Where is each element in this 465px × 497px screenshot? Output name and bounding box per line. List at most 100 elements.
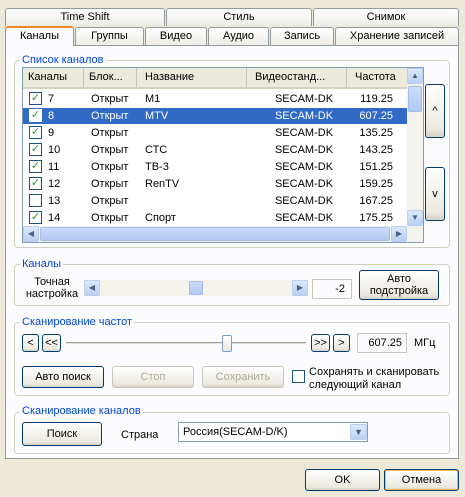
tab-video[interactable]: Видео xyxy=(145,27,207,45)
channel-number-cell: 10 xyxy=(48,144,61,156)
search-button[interactable]: Поиск xyxy=(22,422,102,446)
save-and-scan-checkbox[interactable] xyxy=(292,370,305,383)
column-block[interactable]: Блок... xyxy=(84,68,137,87)
block-cell: Открыт xyxy=(91,93,129,105)
table-row[interactable]: ✓ 9 Открыт SECAM-DK 135.25 xyxy=(23,125,407,141)
channel-checkbox[interactable]: ✓ xyxy=(29,126,42,139)
channel-number-cell: 9 xyxy=(48,127,55,139)
channel-number-cell: 8 xyxy=(48,110,55,122)
fine-tune-left-icon[interactable]: ◀ xyxy=(84,280,100,296)
channel-list-header: Каналы Блок... Название Видеостанд... Ча… xyxy=(23,68,407,89)
name-cell xyxy=(145,125,245,141)
block-cell: Открыт xyxy=(91,110,129,122)
channel-list[interactable]: Каналы Блок... Название Видеостанд... Ча… xyxy=(22,67,424,243)
table-row[interactable]: ✓ 8 Открыт MTV SECAM-DK 607.25 xyxy=(23,108,407,124)
channel-checkbox[interactable]: ✓ xyxy=(29,177,42,190)
frequency-next-button[interactable]: > xyxy=(333,334,350,352)
channel-checkbox[interactable]: ✓ xyxy=(29,92,42,105)
tab-recording[interactable]: Запись xyxy=(270,27,334,45)
tab-time-shift[interactable]: Time Shift xyxy=(5,8,165,26)
country-select[interactable]: Россия(SECAM-D/K) ▼ xyxy=(178,422,368,442)
tab-snapshot[interactable]: Снимок xyxy=(313,8,459,26)
channel-checkbox[interactable]: ✓ xyxy=(29,211,42,224)
country-select-value: Россия(SECAM-D/K) xyxy=(183,426,288,438)
save-button[interactable]: Сохранить xyxy=(202,366,284,388)
ok-button[interactable]: OK xyxy=(305,469,380,491)
scroll-up-icon[interactable]: ▲ xyxy=(407,68,423,84)
frequency-slider-track xyxy=(66,342,306,345)
channel-number-cell: 12 xyxy=(48,178,61,190)
frequency-prev-fast-button[interactable]: << xyxy=(42,334,61,352)
channel-checkbox[interactable]: ✓ xyxy=(29,109,42,122)
column-video-standard[interactable]: Видеостанд... xyxy=(247,68,347,87)
table-row[interactable]: ✓ 11 Открыт ТВ-3 SECAM-DK 151.25 xyxy=(23,159,407,175)
frequency-slider[interactable] xyxy=(66,335,306,352)
table-row[interactable]: ✓ 7 Открыт M1 SECAM-DK 119.25 xyxy=(23,91,407,107)
video-standard-cell: SECAM-DK xyxy=(274,195,334,207)
vertical-scroll-thumb[interactable] xyxy=(408,86,422,112)
video-standard-cell: SECAM-DK xyxy=(274,178,334,190)
channel-list-title: Список каналов xyxy=(20,54,106,66)
frequency-prev-button[interactable]: < xyxy=(22,334,39,352)
table-row[interactable]: ✓ 14 Открыт Спорт SECAM-DK 175.25 xyxy=(23,210,407,226)
channel-checkbox[interactable] xyxy=(29,194,42,207)
video-standard-cell: SECAM-DK xyxy=(274,110,334,122)
video-standard-cell: SECAM-DK xyxy=(274,127,334,139)
scroll-down-icon[interactable]: ▼ xyxy=(407,210,423,226)
table-row[interactable]: ✓ 12 Открыт RenTV SECAM-DK 159.25 xyxy=(23,176,407,192)
list-horizontal-scrollbar[interactable]: ◀ ▶ xyxy=(23,226,407,242)
block-cell: Открыт xyxy=(91,161,129,173)
channel-number-cell: 14 xyxy=(48,212,61,224)
block-cell: Открыт xyxy=(91,178,129,190)
horizontal-scroll-thumb[interactable] xyxy=(40,227,390,241)
block-cell: Открыт xyxy=(91,212,129,224)
table-row[interactable]: 13 Открыт SECAM-DK 167.25 xyxy=(23,193,407,209)
frequency-cell: 119.25 xyxy=(360,93,393,105)
name-cell: M1 xyxy=(145,93,161,105)
channel-number-cell: 11 xyxy=(48,161,60,173)
frequency-cell: 607.25 xyxy=(359,110,393,122)
chevron-down-icon[interactable]: ▼ xyxy=(350,424,367,440)
channel-number-cell: 7 xyxy=(48,93,55,105)
column-frequency[interactable]: Частота xyxy=(347,68,407,87)
fine-tune-thumb[interactable] xyxy=(189,281,203,295)
channel-number-cell: 13 xyxy=(48,195,61,207)
column-name[interactable]: Название xyxy=(137,68,247,87)
name-cell xyxy=(145,193,245,209)
auto-tune-button[interactable]: Авто подстройка xyxy=(359,270,439,300)
frequency-next-fast-button[interactable]: >> xyxy=(311,334,330,352)
cancel-button[interactable]: Отмена xyxy=(384,469,459,491)
frequency-value: 607.25 xyxy=(357,333,407,353)
frequency-slider-thumb[interactable] xyxy=(222,335,233,352)
tab-style[interactable]: Стиль xyxy=(166,8,312,26)
frequency-cell: 143.25 xyxy=(359,144,393,156)
channel-scan-title: Сканирование каналов xyxy=(20,405,143,417)
save-and-scan-label: Сохранять и сканировать следующий канал xyxy=(309,366,440,391)
auto-search-button[interactable]: Авто поиск xyxy=(22,366,104,388)
table-row[interactable]: ✓ 10 Открыт СТС SECAM-DK 143.25 xyxy=(23,142,407,158)
channel-checkbox[interactable]: ✓ xyxy=(29,160,42,173)
tab-audio[interactable]: Аудио xyxy=(208,27,269,45)
scroll-right-icon[interactable]: ▶ xyxy=(391,226,407,242)
fine-tune-right-icon[interactable]: ▶ xyxy=(292,280,308,296)
fine-tune-label: Точная настройка xyxy=(25,276,79,300)
column-channels[interactable]: Каналы xyxy=(23,68,84,87)
name-cell: ТВ-3 xyxy=(145,161,169,173)
block-cell: Открыт xyxy=(91,144,129,156)
block-cell: Открыт xyxy=(91,195,129,207)
tab-recordings-storage[interactable]: Хранение записей xyxy=(335,27,459,45)
move-up-button[interactable]: ^ xyxy=(425,84,445,138)
name-cell: СТС xyxy=(145,144,168,156)
frequency-cell: 135.25 xyxy=(359,127,393,139)
tab-channels[interactable]: Каналы xyxy=(5,26,74,46)
tab-groups[interactable]: Группы xyxy=(75,27,144,45)
stop-button[interactable]: Стоп xyxy=(112,366,194,388)
scroll-left-icon[interactable]: ◀ xyxy=(23,226,39,242)
move-down-button[interactable]: v xyxy=(425,167,445,221)
video-standard-cell: SECAM-DK xyxy=(274,93,334,105)
channel-checkbox[interactable]: ✓ xyxy=(29,143,42,156)
name-cell: Спорт xyxy=(145,212,176,224)
list-vertical-scrollbar[interactable]: ▲ ▼ xyxy=(407,68,423,242)
fine-tune-slider[interactable]: ◀ ▶ xyxy=(84,280,308,296)
name-cell: MTV xyxy=(145,110,169,122)
